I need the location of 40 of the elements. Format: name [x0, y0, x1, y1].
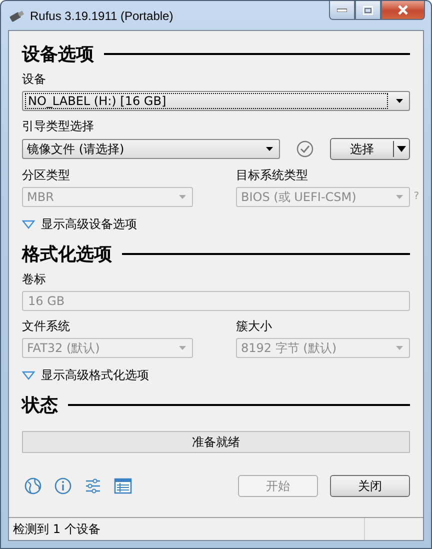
field-label: 设备 [22, 72, 47, 87]
caret-icon [179, 346, 186, 350]
caret-icon [266, 147, 273, 151]
boot-selection-dropdown[interactable]: 镜像文件 (请选择) [22, 139, 280, 159]
field-label: 簇大小 [236, 319, 273, 334]
advanced-options-toggle[interactable]: 显示高级设备选项 [22, 217, 410, 232]
section-heading: 设备选项 [22, 43, 94, 66]
checkmark-icon[interactable] [296, 140, 314, 158]
maximize-icon [363, 6, 373, 14]
help-mark[interactable]: ? [414, 191, 419, 202]
field-label: 分区类型 [22, 168, 71, 183]
select-button[interactable]: 选择 [330, 138, 410, 160]
field-label: 卷标 [22, 272, 47, 287]
status-text: 检测到 1 个设备 [12, 520, 102, 538]
device-dropdown[interactable]: NO_LABEL (H:) [16 GB] [22, 91, 410, 111]
field-label: 目标系统类型 [236, 168, 309, 183]
info-icon[interactable] [54, 477, 72, 495]
caret-icon [396, 195, 403, 199]
caret-icon [397, 146, 406, 152]
settings-icon[interactable] [84, 477, 102, 495]
field-label: 引导类型选择 [22, 119, 95, 134]
caret-icon [179, 195, 186, 199]
caret-icon [396, 99, 403, 103]
field-label: 文件系统 [22, 319, 71, 334]
triangle-icon [22, 371, 35, 380]
log-icon[interactable] [114, 478, 132, 494]
caret-icon [396, 346, 403, 350]
close-button[interactable] [381, 1, 425, 20]
section-heading: 状态 [22, 394, 58, 417]
minimize-button[interactable] [329, 1, 355, 20]
globe-icon[interactable] [24, 477, 42, 495]
minimize-icon [337, 8, 347, 12]
close-icon [397, 5, 409, 15]
advanced-options-toggle[interactable]: 显示高级格式化选项 [22, 368, 410, 383]
usb-drive-icon [9, 10, 25, 22]
close-dialog-button[interactable]: 关闭 [330, 475, 410, 497]
maximize-button[interactable] [355, 1, 381, 20]
window-title: Rufus 3.19.1911 (Portable) [30, 8, 174, 22]
section-heading: 格式化选项 [22, 243, 112, 266]
triangle-icon [22, 220, 35, 229]
